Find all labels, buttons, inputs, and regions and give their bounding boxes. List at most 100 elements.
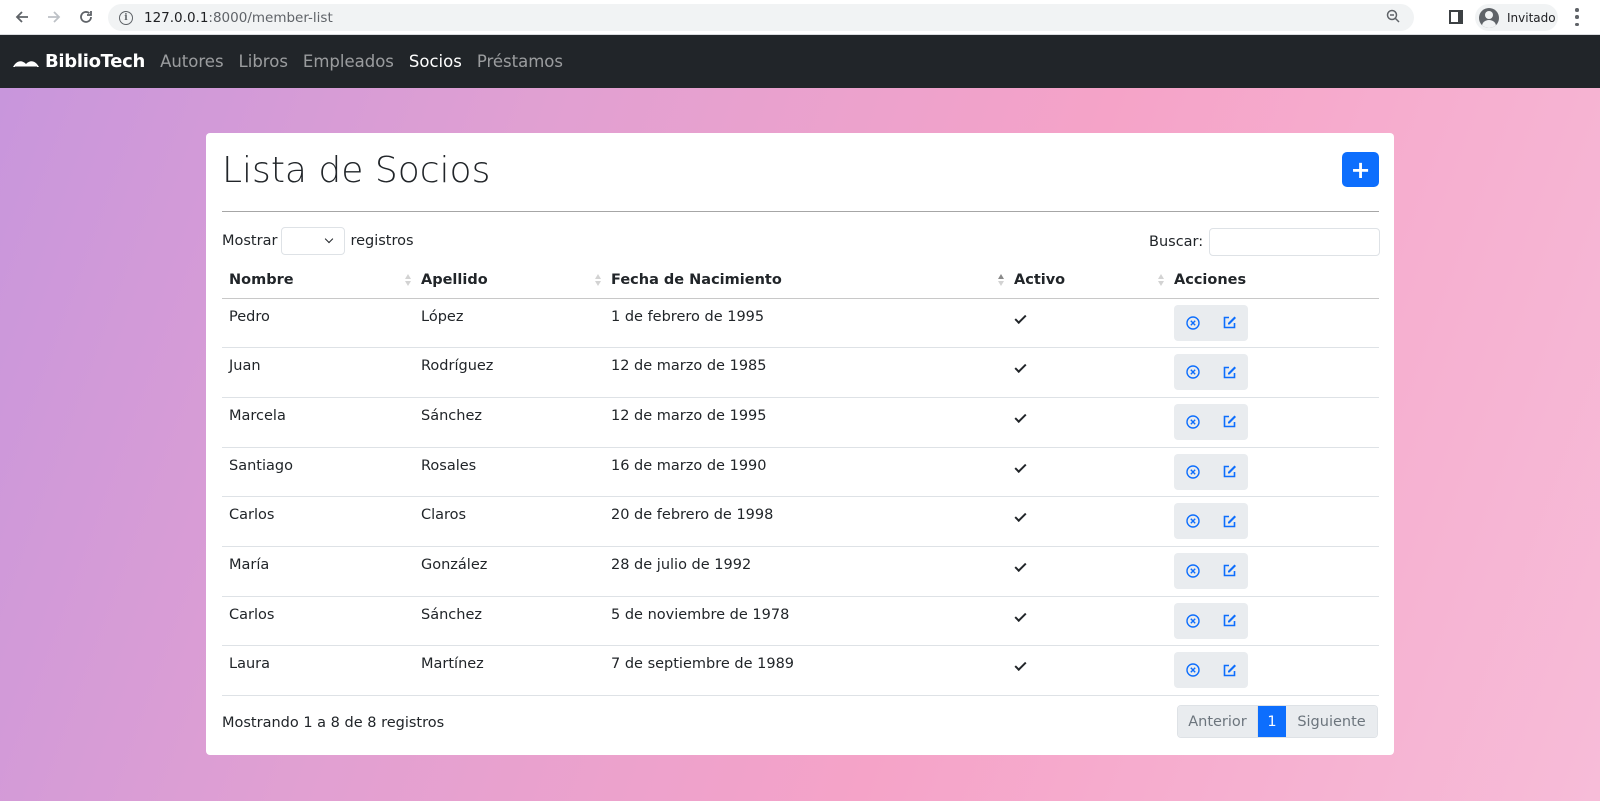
edit-button[interactable] <box>1211 503 1248 539</box>
reload-icon[interactable] <box>70 1 102 33</box>
brand-name: BiblioTech <box>45 51 146 72</box>
cell-nombre: Pedro <box>222 298 414 349</box>
table-row: Pedro López 1 de febrero de 1995 <box>222 298 1379 349</box>
checkmark-icon <box>1014 510 1027 523</box>
column-header-apellido[interactable]: Apellido <box>414 263 604 299</box>
address-bar[interactable]: i 127.0.0.1:8000/member-list <box>108 4 1414 31</box>
url-host: 127.0.0.1 <box>144 9 209 26</box>
delete-button[interactable] <box>1174 503 1211 539</box>
cell-fecha: 1 de febrero de 1995 <box>604 298 1007 349</box>
edit-button[interactable] <box>1211 404 1248 440</box>
action-buttons <box>1174 602 1248 639</box>
cell-activo <box>1007 645 1167 696</box>
edit-button[interactable] <box>1211 354 1248 390</box>
length-prefix: Mostrar <box>222 233 278 249</box>
add-member-button[interactable]: + <box>1342 152 1379 187</box>
column-label: Fecha de Nacimiento <box>611 272 782 289</box>
table-row: Santiago Rosales 16 de marzo de 1990 <box>222 447 1379 498</box>
delete-button[interactable] <box>1174 603 1211 639</box>
edit-icon <box>1223 465 1236 478</box>
edit-button[interactable] <box>1211 603 1248 639</box>
cell-fecha: 28 de julio de 1992 <box>604 546 1007 597</box>
cell-nombre: Carlos <box>222 596 414 647</box>
action-buttons <box>1174 453 1248 490</box>
delete-button[interactable] <box>1174 404 1211 440</box>
cell-acciones <box>1167 347 1379 398</box>
cell-acciones <box>1167 596 1379 647</box>
pagination-page-1[interactable]: 1 <box>1258 706 1286 737</box>
circle-x-icon <box>1185 564 1200 578</box>
length-select[interactable] <box>281 227 346 255</box>
browser-toolbar: i 127.0.0.1:8000/member-list Invitado <box>0 0 1600 35</box>
nav-link-empleados[interactable]: Empleados <box>303 52 394 71</box>
checkmark-icon <box>1014 460 1027 473</box>
search-control: Buscar: <box>1149 228 1381 256</box>
edit-icon <box>1223 366 1236 378</box>
edit-button[interactable] <box>1211 454 1248 490</box>
browser-menu-icon[interactable] <box>1575 8 1579 26</box>
profile-button[interactable]: Invitado <box>1475 4 1558 31</box>
profile-label: Invitado <box>1507 10 1556 25</box>
cell-activo <box>1007 496 1167 547</box>
pagination-prev[interactable]: Anterior <box>1178 706 1258 737</box>
edit-icon <box>1223 415 1236 428</box>
cell-apellido: Rosales <box>414 447 604 498</box>
cell-nombre: María <box>222 546 414 597</box>
cell-apellido: Martínez <box>414 645 604 696</box>
edit-button[interactable] <box>1211 305 1248 341</box>
circle-x-icon <box>1185 613 1200 628</box>
circle-x-icon <box>1185 315 1200 330</box>
nav-link-socios[interactable]: Socios <box>409 52 462 71</box>
sort-icon <box>405 274 411 288</box>
edit-button[interactable] <box>1211 652 1248 688</box>
pagination: Anterior 1 Siguiente <box>1177 705 1378 738</box>
delete-button[interactable] <box>1174 454 1211 490</box>
cell-apellido: Rodríguez <box>414 347 604 398</box>
forward-arrow-icon[interactable] <box>38 1 70 33</box>
cell-activo <box>1007 447 1167 498</box>
nav-link-autores[interactable]: Autores <box>160 52 223 71</box>
column-header-activo[interactable]: Activo <box>1007 263 1167 299</box>
site-info-icon[interactable]: i <box>119 10 133 25</box>
side-panel-icon[interactable] <box>1449 10 1463 24</box>
back-arrow-icon[interactable] <box>6 1 38 33</box>
cell-activo <box>1007 298 1167 349</box>
circle-x-icon <box>1185 514 1200 528</box>
column-header-nombre[interactable]: Nombre <box>222 263 414 299</box>
column-label: Acciones <box>1174 272 1247 289</box>
delete-button[interactable] <box>1174 652 1211 688</box>
table-row: Juan Rodríguez 12 de marzo de 1985 <box>222 347 1379 398</box>
nav-link-prestamos[interactable]: Préstamos <box>477 52 563 71</box>
circle-x-icon <box>1185 365 1200 379</box>
zoom-icon[interactable] <box>1386 9 1400 23</box>
cell-fecha: 12 de marzo de 1995 <box>604 397 1007 448</box>
url-text[interactable]: 127.0.0.1:8000/member-list <box>144 10 333 26</box>
nav-links: Autores Libros Empleados Socios Préstamo… <box>160 52 578 71</box>
action-buttons <box>1174 403 1248 440</box>
table-info: Mostrando 1 a 8 de 8 registros <box>222 715 445 731</box>
delete-button[interactable] <box>1174 305 1211 341</box>
column-header-fecha[interactable]: Fecha de Nacimiento <box>604 263 1007 299</box>
cell-nombre: Laura <box>222 645 414 696</box>
table-header-row: Nombre Apellido Fecha de Nacimiento Acti… <box>222 263 1379 299</box>
brand[interactable]: BiblioTech <box>12 51 145 72</box>
edit-button[interactable] <box>1211 553 1248 589</box>
pagination-next[interactable]: Siguiente <box>1286 706 1377 737</box>
cell-activo <box>1007 596 1167 647</box>
edit-icon <box>1223 614 1236 627</box>
edit-icon <box>1223 664 1236 677</box>
cell-apellido: Sánchez <box>414 397 604 448</box>
table-row: Laura Martínez 7 de septiembre de 1989 <box>222 645 1379 696</box>
delete-button[interactable] <box>1174 553 1211 589</box>
checkmark-icon <box>1014 609 1027 622</box>
circle-x-icon <box>1185 464 1200 479</box>
delete-button[interactable] <box>1174 354 1211 390</box>
search-input[interactable] <box>1209 228 1381 256</box>
cell-nombre: Santiago <box>222 447 414 498</box>
cell-activo <box>1007 397 1167 448</box>
cell-activo <box>1007 347 1167 398</box>
checkmark-icon <box>1014 559 1027 572</box>
edit-icon <box>1223 316 1236 329</box>
edit-icon <box>1223 564 1236 577</box>
nav-link-libros[interactable]: Libros <box>239 52 288 71</box>
